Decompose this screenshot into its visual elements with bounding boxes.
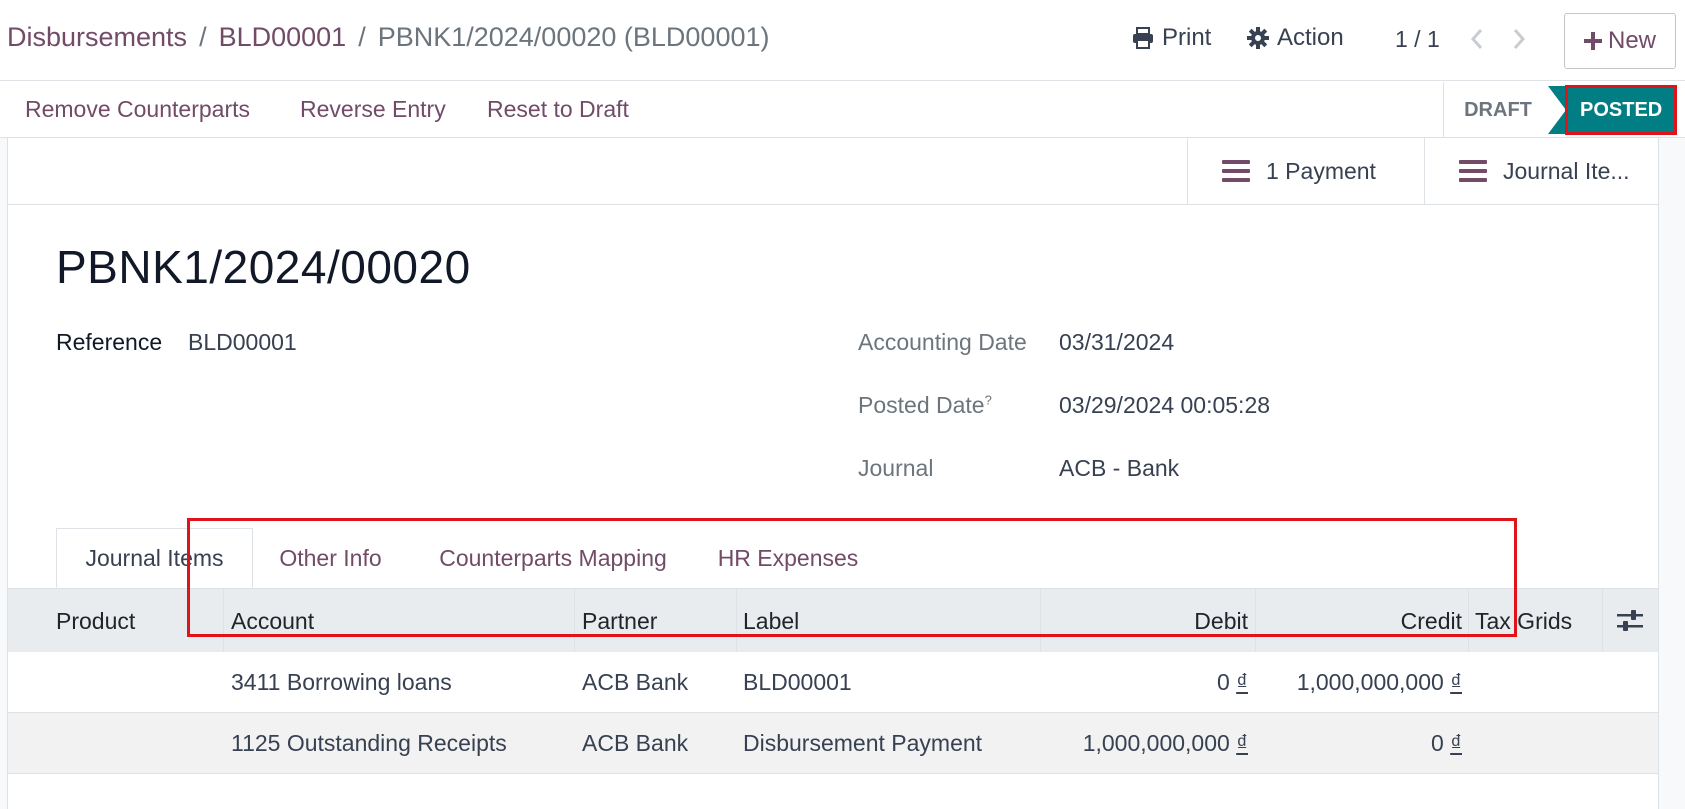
breadcrumb-bld00001[interactable]: BLD00001	[219, 22, 347, 52]
help-tooltip-icon[interactable]: ?	[985, 392, 992, 407]
posted-date-label-text: Posted Date	[858, 392, 985, 418]
tab-journal-items[interactable]: Journal Items	[56, 528, 253, 588]
breadcrumb-separator: /	[199, 22, 207, 52]
gear-icon	[1247, 27, 1269, 49]
column-header-product[interactable]: Product	[56, 589, 135, 653]
tab-hr-expenses[interactable]: HR Expenses	[698, 528, 878, 588]
record-title: PBNK1/2024/00020	[56, 241, 471, 293]
new-button[interactable]: New	[1564, 13, 1676, 69]
column-header-partner[interactable]: Partner	[582, 589, 657, 653]
journal-items-smart-button-label: Journal Ite...	[1503, 157, 1630, 184]
print-label: Print	[1162, 24, 1212, 51]
column-divider	[1255, 589, 1256, 653]
currency-symbol: ₫	[1236, 730, 1248, 756]
journal-label: Journal	[858, 455, 934, 481]
currency-symbol: ₫	[1450, 669, 1462, 695]
chevron-left-icon[interactable]	[1466, 26, 1490, 52]
reference-label: Reference	[56, 329, 163, 355]
cell-debit: 1,000,000,000 ₫	[1048, 713, 1248, 774]
journal-items-smart-button[interactable]: Journal Ite...	[1424, 138, 1658, 204]
reset-to-draft-button[interactable]: Reset to Draft	[487, 96, 629, 123]
cell-label: Disbursement Payment	[743, 730, 983, 756]
list-icon	[1222, 160, 1250, 182]
posted-date-value[interactable]: 03/29/2024 00:05:28	[1059, 392, 1270, 419]
remove-counterparts-button[interactable]: Remove Counterparts	[25, 96, 250, 123]
payment-smart-button[interactable]: 1 Payment	[1187, 138, 1424, 204]
column-divider	[574, 589, 575, 653]
cell-label: BLD00001	[743, 669, 852, 695]
credit-amount: 0	[1431, 730, 1444, 756]
stage-posted[interactable]: POSTED	[1548, 86, 1676, 134]
column-divider	[223, 589, 224, 653]
new-label: New	[1607, 27, 1656, 54]
stage-draft[interactable]: DRAFT	[1448, 94, 1548, 126]
table-row[interactable]: 1125 Outstanding Receipts ACB Bank Disbu…	[8, 713, 1658, 774]
list-icon	[1459, 160, 1487, 182]
cell-debit: 0 ₫	[1048, 652, 1248, 713]
tab-other-info[interactable]: Other Info	[253, 528, 408, 588]
table-header: Product Account Partner Label Debit Cred…	[8, 588, 1658, 653]
column-header-account[interactable]: Account	[231, 589, 314, 653]
column-header-credit[interactable]: Credit	[1262, 589, 1462, 653]
action-button[interactable]: Action	[1247, 24, 1344, 52]
accounting-date-value[interactable]: 03/31/2024	[1059, 329, 1174, 356]
column-divider	[1040, 589, 1041, 653]
plus-icon	[1583, 32, 1602, 50]
currency-symbol: ₫	[1450, 730, 1462, 756]
action-label: Action	[1277, 24, 1344, 51]
status-bar: Remove Counterparts Reverse Entry Reset …	[0, 82, 1685, 138]
column-header-debit[interactable]: Debit	[1048, 589, 1248, 653]
column-header-label[interactable]: Label	[743, 589, 799, 653]
credit-amount: 1,000,000,000	[1296, 669, 1444, 695]
print-button[interactable]: Print	[1132, 24, 1211, 52]
cell-credit: 1,000,000,000 ₫	[1262, 652, 1462, 713]
cell-partner: ACB Bank	[582, 730, 689, 756]
tab-counterparts-mapping[interactable]: Counterparts Mapping	[408, 528, 698, 588]
debit-amount: 1,000,000,000	[1082, 730, 1230, 756]
breadcrumb-separator: /	[358, 22, 366, 52]
breadcrumb: Disbursements / BLD00001 / PBNK1/2024/00020 …	[7, 22, 769, 53]
column-divider	[1602, 589, 1603, 653]
smart-button-box: 1 Payment Journal Ite...	[8, 138, 1658, 205]
cell-account: 1125 Outstanding Receipts	[231, 730, 507, 756]
table-row[interactable]: 3411 Borrowing loans ACB Bank BLD00001 0…	[8, 652, 1658, 713]
status-divider	[1443, 82, 1444, 138]
cell-credit: 0 ₫	[1262, 713, 1462, 774]
payment-smart-button-label: 1 Payment	[1266, 157, 1376, 184]
notebook-tabs: Journal Items Other Info Counterparts Ma…	[56, 528, 1656, 588]
breadcrumb-disbursements[interactable]: Disbursements	[7, 22, 187, 52]
print-icon	[1133, 27, 1153, 49]
reference-value[interactable]: BLD00001	[188, 329, 297, 356]
control-panel: Disbursements / BLD00001 / PBNK1/2024/00020 …	[0, 0, 1685, 81]
pager-value[interactable]: 1 / 1	[1395, 26, 1440, 53]
debit-amount: 0	[1217, 669, 1230, 695]
accounting-date-label: Accounting Date	[858, 329, 1027, 355]
chevron-right-icon[interactable]	[1506, 26, 1530, 52]
posted-date-label: Posted Date?	[858, 392, 992, 419]
form-sheet: 1 Payment Journal Ite... PBNK1/2024/0002…	[7, 138, 1659, 809]
column-header-tax-grids[interactable]: Tax Grids	[1475, 589, 1572, 653]
cell-account: 3411 Borrowing loans	[231, 669, 452, 695]
breadcrumb-current: PBNK1/2024/00020 (BLD00001)	[377, 22, 770, 52]
journal-value[interactable]: ACB - Bank	[1059, 455, 1179, 482]
currency-symbol: ₫	[1236, 669, 1248, 695]
column-divider	[1468, 589, 1469, 653]
reverse-entry-button[interactable]: Reverse Entry	[300, 96, 446, 123]
column-settings-icon[interactable]	[1616, 609, 1644, 633]
cell-partner: ACB Bank	[582, 669, 689, 695]
column-divider	[736, 589, 737, 653]
